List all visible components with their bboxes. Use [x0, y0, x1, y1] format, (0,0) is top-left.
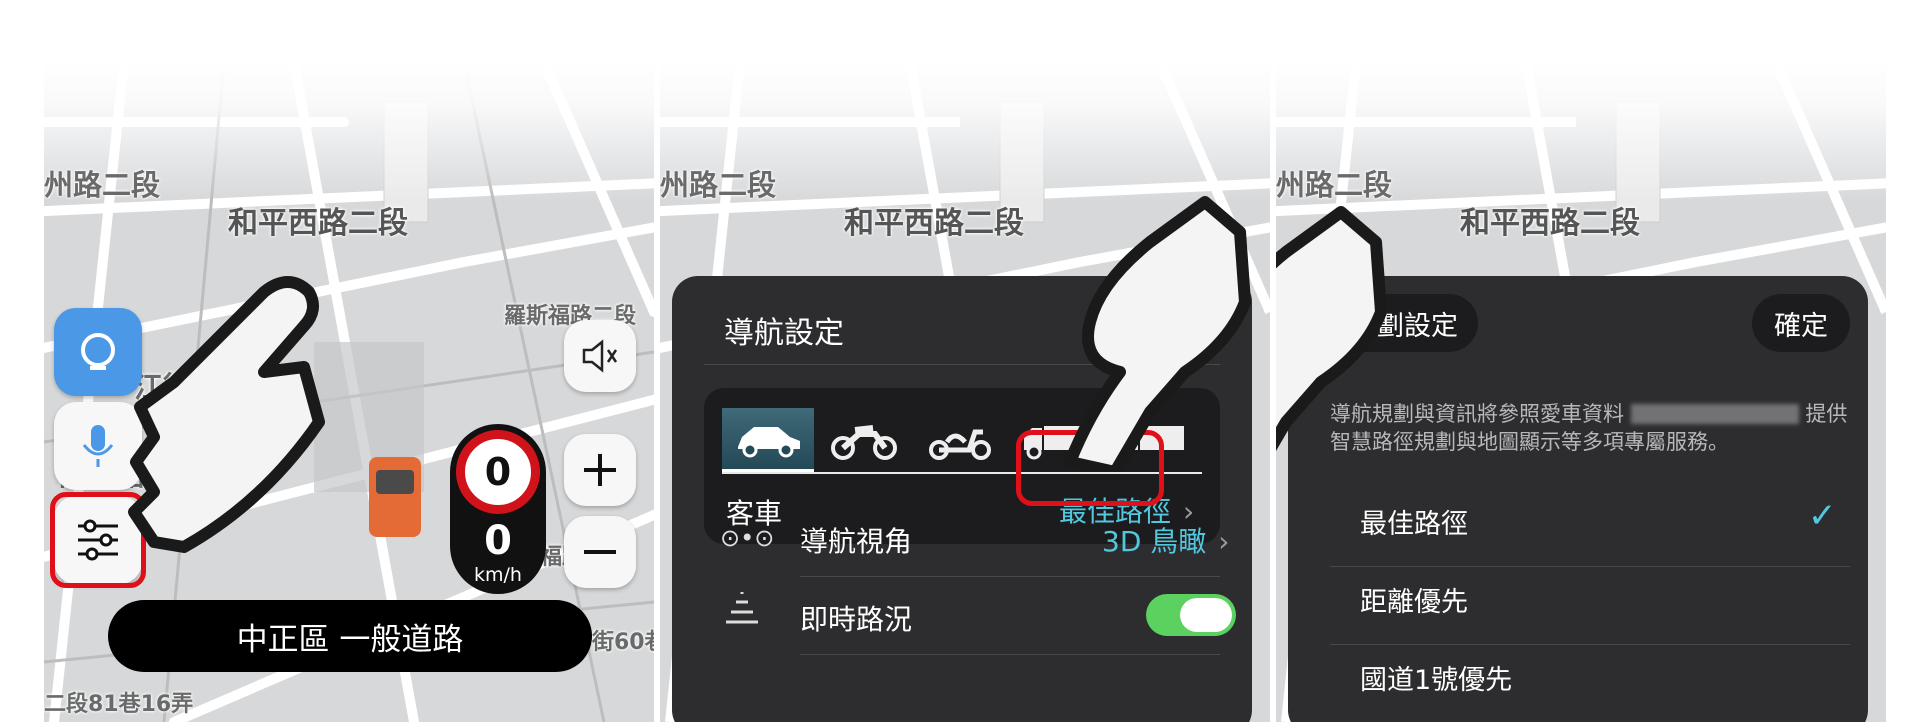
map-label: 和平西路二段: [228, 206, 408, 241]
confirm-button[interactable]: 確定: [1752, 294, 1850, 352]
map-label: 和平西路二段: [844, 206, 1024, 241]
map-label: 州路二段: [660, 168, 777, 202]
pointing-hand-icon: [128, 276, 325, 553]
map-label: 州路二段: [44, 168, 161, 202]
sheet-title: 導航設定: [724, 316, 844, 351]
map-label: 和平西路二段: [1460, 206, 1640, 241]
chevron-right-icon: ›: [1218, 525, 1230, 558]
redacted-vehicle-info: [1630, 404, 1799, 424]
speed-unit: km/h: [474, 564, 522, 586]
divider: [800, 654, 1220, 655]
view-angle-value-text: 3D 鳥瞰: [1102, 525, 1207, 558]
checkmark-icon: ✓: [1808, 496, 1837, 536]
divider: [1330, 644, 1850, 645]
heavy-motorcycle-icon: [831, 425, 897, 460]
map-panel-2: 州路二段 和平西路二段 導航設定 ✕ 客車 最佳路徑›: [660, 62, 1270, 722]
traffic-toggle[interactable]: [1146, 594, 1236, 636]
divider: [800, 576, 1220, 577]
route-option[interactable]: 最佳路徑: [1360, 502, 1468, 541]
microphone-icon: [82, 425, 114, 467]
zoom-in-icon: [584, 454, 616, 486]
vehicle-motorcycle-option[interactable]: [818, 408, 910, 472]
speed-limit-sign: 0: [456, 430, 540, 514]
mute-icon: [582, 339, 618, 373]
map-label: 街60巷: [592, 630, 654, 655]
route-option[interactable]: 國道1號優先: [1360, 658, 1512, 697]
traffic-icon: [726, 592, 758, 624]
map-panel-1: 州路二段 和平西路二段 羅斯福路二段 江街 南昌路二段 福路 街60巷 二段81…: [44, 62, 654, 722]
current-road-bar: 中正區 一般道路: [108, 600, 592, 672]
pointing-hand-icon: [1064, 196, 1251, 472]
zoom-in-button[interactable]: [564, 434, 636, 506]
zoom-out-icon: [584, 550, 616, 554]
map-label: 二段81巷16弄: [44, 692, 194, 717]
pointing-hand-icon: [1276, 206, 1387, 452]
vehicle-car-option[interactable]: [722, 408, 814, 472]
map-panel-3: 州路二段 和平西路二段 ‹ 規劃設定 確定 導航規劃與資訊將參照愛車資料 提供智…: [1276, 62, 1886, 722]
scooter-icon: [929, 429, 991, 460]
toggle-knob: [1180, 598, 1232, 632]
view-angle-label: 導航視角: [800, 525, 913, 558]
view-angle-icon: ⊙•⊙: [720, 524, 775, 552]
divider: [1330, 566, 1850, 567]
mute-button[interactable]: [564, 320, 636, 392]
car-icon: [738, 426, 800, 457]
current-road-label: 中正區 一般道路: [236, 621, 464, 658]
route-option[interactable]: 距離優先: [1360, 580, 1468, 619]
confirm-label: 確定: [1774, 310, 1828, 342]
vehicle-scooter-option[interactable]: [914, 408, 1006, 472]
zoom-out-button[interactable]: [564, 516, 636, 588]
traffic-label: 即時路況: [800, 603, 913, 636]
speed-widget: 0 0 km/h: [450, 424, 546, 594]
current-speed: 0: [484, 518, 512, 564]
view-angle-value[interactable]: 3D 鳥瞰 ›: [1102, 520, 1229, 560]
